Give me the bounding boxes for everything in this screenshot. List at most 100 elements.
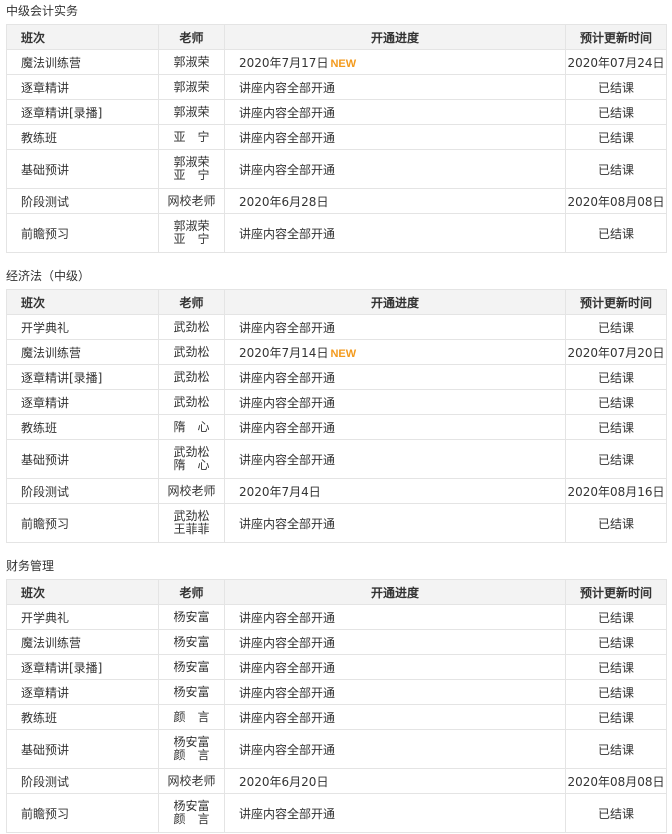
table-row: 开学典礼 杨安富 讲座内容全部开通 已结课 <box>6 604 667 630</box>
class-name-cell: 逐章精讲[录播] <box>6 99 159 125</box>
update-time-cell: 已结课 <box>565 99 667 125</box>
progress-cell: 讲座内容全部开通 <box>224 149 566 189</box>
teacher-cell: 武劲松 <box>158 389 225 415</box>
table-row: 逐章精讲 郭淑荣 讲座内容全部开通 已结课 <box>6 74 667 100</box>
teacher-cell: 颜 言 <box>158 704 225 730</box>
table-row: 阶段测试 网校老师 2020年6月28日 2020年08月08日 <box>6 188 667 214</box>
progress-cell: 2020年6月28日 <box>224 188 566 214</box>
class-name-cell: 基础预讲 <box>6 729 159 769</box>
progress-cell: 讲座内容全部开通 <box>224 503 566 543</box>
progress-cell: 讲座内容全部开通 <box>224 213 566 253</box>
update-time-cell: 2020年07月20日 <box>565 339 667 365</box>
table-header-row: 班次 老师 开通进度 预计更新时间 <box>6 289 667 315</box>
table-row: 逐章精讲[录播] 武劲松 讲座内容全部开通 已结课 <box>6 364 667 390</box>
column-header-class: 班次 <box>6 24 159 50</box>
update-time-cell: 已结课 <box>565 654 667 680</box>
progress-text: 讲座内容全部开通 <box>239 370 336 385</box>
progress-cell: 讲座内容全部开通 <box>224 793 566 833</box>
progress-text: 2020年7月4日 <box>239 484 321 499</box>
update-time-cell: 已结课 <box>565 314 667 340</box>
class-name-cell: 前瞻预习 <box>6 503 159 543</box>
update-time-cell: 已结课 <box>565 604 667 630</box>
progress-cell: 2020年7月14日 NEW <box>224 339 566 365</box>
teacher-cell: 武劲松隋 心 <box>158 439 225 479</box>
class-name-cell: 教练班 <box>6 414 159 440</box>
column-header-progress: 开通进度 <box>224 579 566 605</box>
teacher-cell: 网校老师 <box>158 188 225 214</box>
column-header-teacher: 老师 <box>158 289 225 315</box>
section-title: 中级会计实务 <box>6 4 79 18</box>
teacher-cell: 亚 宁 <box>158 124 225 150</box>
teacher-cell: 杨安富 <box>158 604 225 630</box>
progress-cell: 讲座内容全部开通 <box>224 389 566 415</box>
teacher-name: 武劲松 <box>173 319 210 334</box>
table-header-row: 班次 老师 开通进度 预计更新时间 <box>6 24 667 50</box>
table-row: 基础预讲 郭淑荣亚 宁讲座内容全部开通 已结课 <box>6 149 667 189</box>
progress-cell: 讲座内容全部开通 <box>224 364 566 390</box>
teacher-name: 亚 宁 <box>173 168 210 182</box>
progress-text: 讲座内容全部开通 <box>239 742 336 757</box>
table-row: 基础预讲 武劲松隋 心讲座内容全部开通 已结课 <box>6 439 667 479</box>
class-name-cell: 教练班 <box>6 704 159 730</box>
progress-cell: 讲座内容全部开通 <box>224 414 566 440</box>
progress-cell: 讲座内容全部开通 <box>224 74 566 100</box>
progress-text: 讲座内容全部开通 <box>239 685 336 700</box>
update-time-cell: 2020年08月16日 <box>565 478 667 504</box>
progress-cell: 2020年7月4日 <box>224 478 566 504</box>
progress-text: 讲座内容全部开通 <box>239 105 336 120</box>
class-name-cell: 前瞻预习 <box>6 213 159 253</box>
progress-text: 讲座内容全部开通 <box>239 516 336 531</box>
update-time-cell: 2020年07月24日 <box>565 49 667 75</box>
table-row: 魔法训练营 杨安富 讲座内容全部开通 已结课 <box>6 629 667 655</box>
teacher-name: 武劲松 <box>173 344 210 359</box>
progress-text: 讲座内容全部开通 <box>239 226 336 241</box>
class-name-cell: 教练班 <box>6 124 159 150</box>
teacher-name: 亚 宁 <box>173 129 210 144</box>
table-row: 阶段测试 网校老师 2020年7月4日 2020年08月16日 <box>6 478 667 504</box>
update-time-cell: 已结课 <box>565 629 667 655</box>
teacher-cell: 杨安富 <box>158 629 225 655</box>
class-name-cell: 阶段测试 <box>6 768 159 794</box>
update-time-cell: 已结课 <box>565 74 667 100</box>
update-time-cell: 已结课 <box>565 793 667 833</box>
column-header-teacher: 老师 <box>158 24 225 50</box>
teacher-name: 网校老师 <box>167 483 216 498</box>
teacher-cell: 郭淑荣亚 宁 <box>158 149 225 189</box>
progress-text: 讲座内容全部开通 <box>239 320 336 335</box>
schedule-page: 中级会计实务 班次 老师 开通进度 预计更新时间 魔法训练营 郭淑荣 2020年7月17日 NE… <box>0 0 672 833</box>
progress-cell: 讲座内容全部开通 <box>224 679 566 705</box>
progress-text: 讲座内容全部开通 <box>239 806 336 821</box>
class-name-cell: 基础预讲 <box>6 439 159 479</box>
new-badge: NEW <box>330 347 357 360</box>
table-row: 逐章精讲[录播] 杨安富 讲座内容全部开通 已结课 <box>6 654 667 680</box>
progress-text: 讲座内容全部开通 <box>239 660 336 675</box>
table-row: 逐章精讲 武劲松 讲座内容全部开通 已结课 <box>6 389 667 415</box>
update-time-cell: 已结课 <box>565 124 667 150</box>
table-row: 教练班隋 心 讲座内容全部开通 已结课 <box>6 414 667 440</box>
progress-cell: 讲座内容全部开通 <box>224 439 566 479</box>
table-row: 前瞻预习 郭淑荣亚 宁讲座内容全部开通 已结课 <box>6 213 667 253</box>
class-name-cell: 阶段测试 <box>6 188 159 214</box>
teacher-name: 亚 宁 <box>173 232 210 246</box>
class-name-cell: 逐章精讲 <box>6 679 159 705</box>
teacher-cell: 郭淑荣 <box>158 49 225 75</box>
teacher-name: 杨安富 <box>173 609 210 624</box>
teacher-name: 郭淑荣 <box>173 54 210 69</box>
update-time-cell: 已结课 <box>565 213 667 253</box>
update-time-cell: 已结课 <box>565 389 667 415</box>
progress-cell: 讲座内容全部开通 <box>224 629 566 655</box>
section-title: 财务管理 <box>6 559 55 573</box>
progress-text: 讲座内容全部开通 <box>239 635 336 650</box>
class-name-cell: 逐章精讲[录播] <box>6 654 159 680</box>
progress-text: 讲座内容全部开通 <box>239 80 336 95</box>
class-name-cell: 逐章精讲 <box>6 389 159 415</box>
course-table: 班次 老师 开通进度 预计更新时间 开学典礼 武劲松 讲座内容全部开通 已结课 魔法训练营 武劲松… <box>6 289 667 543</box>
teacher-name: 郭淑荣 <box>173 104 210 119</box>
update-time-cell: 已结课 <box>565 364 667 390</box>
table-row: 教练班亚 宁 讲座内容全部开通 已结课 <box>6 124 667 150</box>
progress-text: 讲座内容全部开通 <box>239 162 336 177</box>
update-time-cell: 2020年08月08日 <box>565 768 667 794</box>
teacher-name: 杨安富 <box>173 659 210 674</box>
progress-cell: 讲座内容全部开通 <box>224 314 566 340</box>
table-row: 逐章精讲[录播] 郭淑荣 讲座内容全部开通 已结课 <box>6 99 667 125</box>
